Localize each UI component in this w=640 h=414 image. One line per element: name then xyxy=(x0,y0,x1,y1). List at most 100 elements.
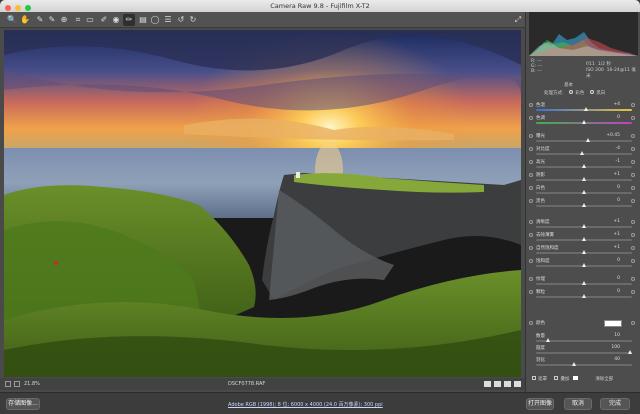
save-image-button[interactable]: 存储图像... xyxy=(6,398,40,410)
slider-row[interactable]: 清晰度 +1 xyxy=(526,219,640,230)
close-icon[interactable] xyxy=(5,5,11,11)
red-eye-tool-icon[interactable]: ◉ xyxy=(110,14,122,26)
plus-icon[interactable] xyxy=(631,259,635,263)
white-balance-tool-icon[interactable]: ✎ xyxy=(34,14,46,26)
minus-icon[interactable] xyxy=(529,233,533,237)
plus-icon[interactable] xyxy=(631,134,635,138)
slider-row[interactable]: 阴影 +1 xyxy=(526,172,640,183)
plus-icon[interactable] xyxy=(631,116,635,120)
slider-value[interactable]: +4 xyxy=(598,102,620,107)
color-radio[interactable] xyxy=(568,90,573,94)
slider-knob[interactable] xyxy=(581,177,586,181)
slider-knob[interactable] xyxy=(581,164,586,168)
clear-all-button[interactable]: 清除全部 xyxy=(595,377,613,382)
minimize-icon[interactable] xyxy=(15,5,22,11)
slider-knob[interactable] xyxy=(581,294,586,298)
minus-icon[interactable] xyxy=(529,277,533,281)
minus-icon[interactable] xyxy=(529,246,533,250)
slider-track[interactable] xyxy=(536,140,632,142)
copy-settings-icon[interactable] xyxy=(504,381,511,387)
slider-knob[interactable] xyxy=(586,138,591,142)
color-row[interactable]: 颜色 xyxy=(526,320,640,331)
plus-icon[interactable] xyxy=(631,160,635,164)
zoom-in-icon[interactable] xyxy=(14,381,20,387)
graduated-filter-tool-icon[interactable]: ▤ xyxy=(137,14,149,26)
feather-value[interactable]: 40 xyxy=(598,357,620,362)
plus-icon[interactable] xyxy=(631,173,635,177)
feather-row[interactable]: 羽化 40 xyxy=(526,357,640,368)
minus-icon[interactable] xyxy=(529,134,533,138)
feather-track[interactable] xyxy=(536,364,632,366)
minus-icon[interactable] xyxy=(529,173,533,177)
slider-value[interactable]: +1 xyxy=(598,245,620,250)
amount-knob[interactable] xyxy=(546,338,550,342)
rotate-ccw-icon[interactable]: ↺ xyxy=(175,14,187,26)
slider-knob[interactable] xyxy=(581,190,586,194)
slider-value[interactable]: +1 xyxy=(598,232,620,237)
feather-knob[interactable] xyxy=(572,362,576,366)
targeted-adjust-tool-icon[interactable]: ⊕ xyxy=(58,14,70,26)
plus-icon[interactable] xyxy=(631,103,635,107)
slider-value[interactable]: 0 xyxy=(598,198,620,203)
slider-knob[interactable] xyxy=(581,120,586,124)
slider-knob[interactable] xyxy=(581,224,586,228)
slider-row[interactable]: 饱和度 0 xyxy=(526,258,640,269)
compare-mode-icon[interactable] xyxy=(484,381,491,387)
adjustment-brush-tool-icon[interactable]: ✏ xyxy=(123,14,135,26)
slider-row[interactable]: 色调 0 xyxy=(526,115,640,126)
roundness-track[interactable] xyxy=(536,352,632,354)
slider-value[interactable]: 0 xyxy=(598,185,620,190)
minus-icon[interactable] xyxy=(529,321,533,325)
roundness-row[interactable]: 圆度 100 xyxy=(526,345,640,356)
slider-knob[interactable] xyxy=(581,263,586,267)
slider-row[interactable]: 对比度 -4 xyxy=(526,146,640,157)
plus-icon[interactable] xyxy=(631,186,635,190)
minus-icon[interactable] xyxy=(529,290,533,294)
slider-value[interactable]: +1 xyxy=(598,219,620,224)
slider-knob[interactable] xyxy=(581,281,586,285)
toggle-preview-icon[interactable] xyxy=(514,381,521,387)
spot-removal-tool-icon[interactable]: ✐ xyxy=(98,14,110,26)
mask-checkbox[interactable] xyxy=(532,376,536,380)
amount-track[interactable] xyxy=(536,340,632,342)
straighten-tool-icon[interactable]: ▭ xyxy=(84,14,96,26)
minus-icon[interactable] xyxy=(529,259,533,263)
minus-icon[interactable] xyxy=(529,199,533,203)
maximize-icon[interactable] xyxy=(25,5,32,11)
color-sampler-tool-icon[interactable]: ✎ xyxy=(46,14,58,26)
overlay-checkbox[interactable] xyxy=(554,376,559,380)
slider-knob[interactable] xyxy=(581,250,586,254)
slider-row[interactable]: 白色 0 xyxy=(526,185,640,196)
slider-value[interactable]: 0 xyxy=(598,115,620,120)
slider-knob[interactable] xyxy=(579,151,584,155)
plus-icon[interactable] xyxy=(631,246,635,250)
crop-tool-icon[interactable]: ⌗ xyxy=(72,14,84,26)
slider-row[interactable]: 曝光 +0.45 xyxy=(526,133,640,144)
slider-value[interactable]: 0 xyxy=(598,276,620,281)
slider-row[interactable]: 色温 +4 xyxy=(526,102,640,113)
minus-icon[interactable] xyxy=(529,186,533,190)
image-preview[interactable] xyxy=(4,30,521,377)
slider-value[interactable]: 0 xyxy=(598,289,620,294)
cancel-button[interactable]: 取消 xyxy=(564,398,592,410)
plus-icon[interactable] xyxy=(631,321,635,325)
plus-icon[interactable] xyxy=(631,233,635,237)
slider-value[interactable]: +1 xyxy=(598,172,620,177)
done-button[interactable]: 完成 xyxy=(600,398,630,410)
preferences-icon[interactable]: ☰ xyxy=(162,14,174,26)
slider-knob[interactable] xyxy=(581,237,586,241)
workflow-options-link[interactable]: Adobe RGB (1998); 8 位; 6000 x 4000 (24.0… xyxy=(228,401,383,408)
zoom-level[interactable]: 21.8% xyxy=(24,378,40,390)
slider-row[interactable]: 黑色 0 xyxy=(526,198,640,209)
minus-icon[interactable] xyxy=(529,220,533,224)
slider-knob[interactable] xyxy=(584,107,589,111)
minus-icon[interactable] xyxy=(529,116,533,120)
slider-track[interactable] xyxy=(536,153,632,155)
color-swatch[interactable] xyxy=(604,320,622,327)
roundness-knob[interactable] xyxy=(628,350,632,354)
slider-row[interactable]: 自然饱和度 +1 xyxy=(526,245,640,256)
slider-knob[interactable] xyxy=(581,203,586,207)
slider-row[interactable]: 高光 -1 xyxy=(526,159,640,170)
hand-tool-icon[interactable]: ✋ xyxy=(19,14,31,26)
plus-icon[interactable] xyxy=(631,220,635,224)
